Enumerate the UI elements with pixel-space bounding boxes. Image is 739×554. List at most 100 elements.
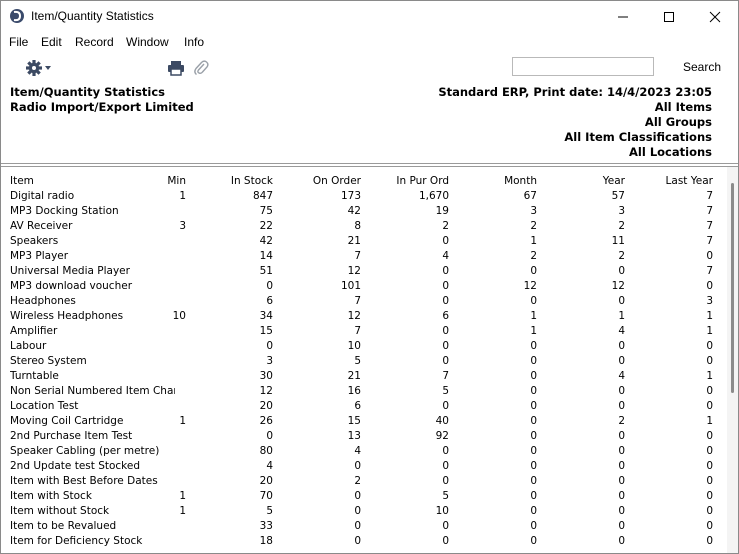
table-row[interactable]: Wireless Headphones 10 34 12 6 1 1 1 <box>1 310 727 325</box>
menu-info[interactable]: Info <box>184 35 204 49</box>
table-row[interactable]: MP3 Player 14 7 4 2 2 0 <box>1 250 727 265</box>
table-row[interactable]: Item with Stock 1 70 0 5 0 0 0 <box>1 490 727 505</box>
maximize-icon <box>664 11 674 22</box>
cell-last-year: 0 <box>706 385 713 397</box>
cell-month: 0 <box>530 460 537 472</box>
table-row[interactable]: Universal Media Player 51 12 0 0 0 7 <box>1 265 727 280</box>
table-row[interactable]: Location Test 20 6 0 0 0 0 <box>1 400 727 415</box>
close-button[interactable] <box>692 1 738 32</box>
cell-in-stock: 18 <box>259 535 273 547</box>
title-bar[interactable]: Item/Quantity Statistics <box>1 1 738 32</box>
cell-year: 0 <box>618 475 625 487</box>
table-row[interactable]: AV Receiver 3 22 8 2 2 2 7 <box>1 220 727 235</box>
vertical-scrollbar[interactable] <box>727 167 738 553</box>
menu-window[interactable]: Window <box>126 35 169 49</box>
cell-last-year: 0 <box>706 280 713 292</box>
cell-year: 0 <box>618 265 625 277</box>
table-row[interactable]: Speaker Cabling (per metre) 80 4 0 0 0 0 <box>1 445 727 460</box>
cell-year: 11 <box>611 235 625 247</box>
cell-in-stock: 26 <box>259 415 273 427</box>
table-row[interactable]: Turntable 30 21 7 0 4 1 <box>1 370 727 385</box>
cell-on-order: 0 <box>354 490 361 502</box>
print-icon[interactable] <box>167 60 185 76</box>
table-row[interactable]: MP3 download voucher 0 101 0 12 12 0 <box>1 280 727 295</box>
cell-in-stock: 51 <box>259 265 273 277</box>
report-window: Item/Quantity Statistics File Edit Recor… <box>0 0 739 554</box>
table-row[interactable]: Non Serial Numbered Item Chang 12 16 5 0 0 0 <box>1 385 727 400</box>
report-table: Item Min In Stock On Order In Pur Ord Mo… <box>1 167 727 553</box>
cell-last-year: 1 <box>706 310 713 322</box>
cell-in-stock: 70 <box>259 490 273 502</box>
cell-in-stock: 4 <box>266 460 273 472</box>
cell-month: 3 <box>530 205 537 217</box>
cell-in-stock: 20 <box>259 475 273 487</box>
maximize-button[interactable] <box>646 1 692 32</box>
table-row[interactable]: Digital radio 1 847 173 1,670 67 57 7 <box>1 190 727 205</box>
table-row[interactable]: 2nd Purchase Item Test 0 13 92 0 0 0 <box>1 430 727 445</box>
cell-month: 0 <box>530 415 537 427</box>
table-row[interactable]: Stereo System 3 5 0 0 0 0 <box>1 355 727 370</box>
cell-in-stock: 14 <box>259 250 273 262</box>
cell-month: 12 <box>523 280 537 292</box>
table-row[interactable]: Item with Best Before Dates 20 2 0 0 0 0 <box>1 475 727 490</box>
table-row[interactable]: Item for Deficiency Stock 18 0 0 0 0 0 <box>1 535 727 550</box>
app-logo-icon <box>10 9 24 23</box>
menu-bar: File Edit Record Window Info <box>1 32 738 52</box>
cell-in-stock: 0 <box>266 430 273 442</box>
table-row[interactable]: Moving Coil Cartridge 1 26 15 40 0 2 1 <box>1 415 727 430</box>
cell-item: AV Receiver <box>10 220 73 232</box>
cell-in-pur-ord: 0 <box>442 475 449 487</box>
cell-year: 0 <box>618 445 625 457</box>
col-last-year: Last Year <box>665 175 713 187</box>
cell-in-stock: 847 <box>252 190 273 202</box>
cell-min: 1 <box>179 415 186 427</box>
search-input[interactable] <box>512 57 654 76</box>
menu-record[interactable]: Record <box>75 35 114 49</box>
table-row[interactable]: MP3 Docking Station 75 42 19 3 3 7 <box>1 205 727 220</box>
menu-edit[interactable]: Edit <box>41 35 62 49</box>
table-row[interactable]: Headphones 6 7 0 0 0 3 <box>1 295 727 310</box>
cell-month: 1 <box>530 325 537 337</box>
cell-on-order: 0 <box>354 460 361 472</box>
cell-month: 0 <box>530 265 537 277</box>
cell-item: Universal Media Player <box>10 265 130 277</box>
cell-on-order: 5 <box>354 355 361 367</box>
cell-in-pur-ord: 6 <box>442 310 449 322</box>
table-row[interactable]: Item without Stock 1 5 0 10 0 0 0 <box>1 505 727 520</box>
table-row[interactable]: Amplifier 15 7 0 1 4 1 <box>1 325 727 340</box>
cell-last-year: 1 <box>706 325 713 337</box>
cell-in-stock: 75 <box>259 205 273 217</box>
cell-in-pur-ord: 0 <box>442 400 449 412</box>
menu-file[interactable]: File <box>9 35 28 49</box>
chevron-down-icon <box>45 66 51 70</box>
cell-year: 12 <box>611 280 625 292</box>
cell-year: 0 <box>618 355 625 367</box>
attachment-icon[interactable] <box>193 59 209 77</box>
table-row[interactable]: Speakers 42 21 0 1 11 7 <box>1 235 727 250</box>
cell-item: Item with Best Before Dates <box>10 475 158 487</box>
cell-in-pur-ord: 0 <box>442 520 449 532</box>
scrollbar-thumb[interactable] <box>731 183 734 393</box>
cell-item: Location Test <box>10 400 79 412</box>
cell-year: 0 <box>618 505 625 517</box>
cell-year: 0 <box>618 385 625 397</box>
table-row[interactable]: Item to be Revalued 33 0 0 0 0 0 <box>1 520 727 535</box>
search-button[interactable]: Search <box>683 60 721 74</box>
table-row[interactable]: 2nd Update test Stocked 4 0 0 0 0 0 <box>1 460 727 475</box>
cell-in-pur-ord: 0 <box>442 340 449 352</box>
filter-classifications: All Item Classifications <box>564 130 712 144</box>
cell-month: 0 <box>530 370 537 382</box>
cell-on-order: 15 <box>347 415 361 427</box>
cell-on-order: 42 <box>347 205 361 217</box>
cell-item: Amplifier <box>10 325 58 337</box>
col-on-order: On Order <box>312 175 361 187</box>
minimize-button[interactable] <box>600 1 646 32</box>
col-min: Min <box>167 175 186 187</box>
cell-item: MP3 Docking Station <box>10 205 119 217</box>
cell-in-pur-ord: 92 <box>435 430 449 442</box>
table-row[interactable]: Labour 0 10 0 0 0 0 <box>1 340 727 355</box>
operations-menu-button[interactable] <box>25 58 55 78</box>
cell-item: Digital radio <box>10 190 75 202</box>
filter-items: All Items <box>654 100 712 114</box>
cell-in-stock: 20 <box>259 400 273 412</box>
